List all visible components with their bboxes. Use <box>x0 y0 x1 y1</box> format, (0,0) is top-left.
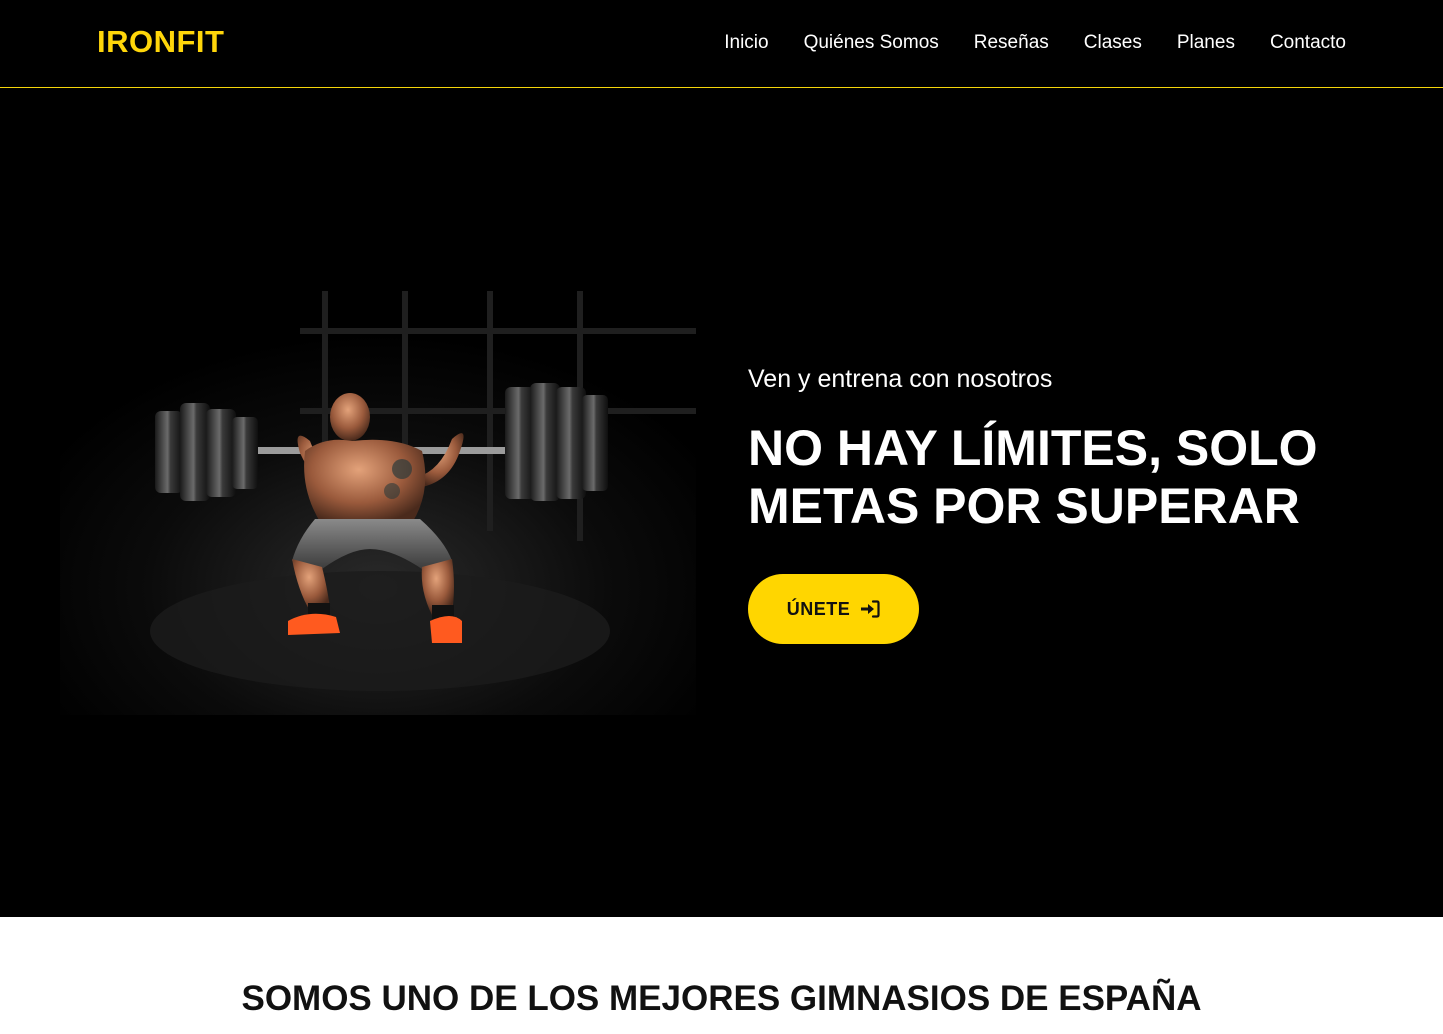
nav-link-clases[interactable]: Clases <box>1084 32 1142 53</box>
nav-item-contacto: Contacto <box>1270 31 1346 55</box>
hero-section: Ven y entrena con nosotros NO HAY LÍMITE… <box>0 89 1443 917</box>
nav-item-clases: Clases <box>1084 31 1142 55</box>
navbar: IRONFIT Inicio Quiénes Somos Reseñas Cla… <box>0 0 1443 88</box>
weightlifter-photo <box>60 291 696 715</box>
nav-link-resenas[interactable]: Reseñas <box>974 32 1049 53</box>
join-button[interactable]: ÚNETE <box>748 574 919 644</box>
nav-item-quienes-somos: Quiénes Somos <box>804 31 939 55</box>
about-title: SOMOS UNO DE LOS MEJORES GIMNASIOS DE ES… <box>241 979 1202 1018</box>
nav-menu: Inicio Quiénes Somos Reseñas Clases Plan… <box>689 31 1346 55</box>
nav-link-inicio[interactable]: Inicio <box>724 32 768 53</box>
hero-text-block: Ven y entrena con nosotros NO HAY LÍMITE… <box>748 364 1388 644</box>
sign-in-icon <box>861 600 880 618</box>
weightlifter-illustration <box>60 291 696 715</box>
nav-item-resenas: Reseñas <box>974 31 1049 55</box>
hero-title: NO HAY LÍMITES, SOLO METAS POR SUPERAR <box>748 419 1388 535</box>
join-button-label: ÚNETE <box>786 598 851 619</box>
about-section: SOMOS UNO DE LOS MEJORES GIMNASIOS DE ES… <box>0 917 1443 1034</box>
hero-subtitle: Ven y entrena con nosotros <box>748 365 1053 393</box>
nav-link-contacto[interactable]: Contacto <box>1270 32 1346 53</box>
nav-item-planes: Planes <box>1177 31 1235 55</box>
nav-link-quienes-somos[interactable]: Quiénes Somos <box>804 32 939 53</box>
brand-logo[interactable]: IRONFIT <box>97 24 225 60</box>
hero-title-line-2: METAS POR SUPERAR <box>748 478 1300 534</box>
nav-link-planes[interactable]: Planes <box>1177 32 1235 53</box>
hero-title-line-1: NO HAY LÍMITES, SOLO <box>748 420 1318 476</box>
nav-item-inicio: Inicio <box>724 31 768 55</box>
